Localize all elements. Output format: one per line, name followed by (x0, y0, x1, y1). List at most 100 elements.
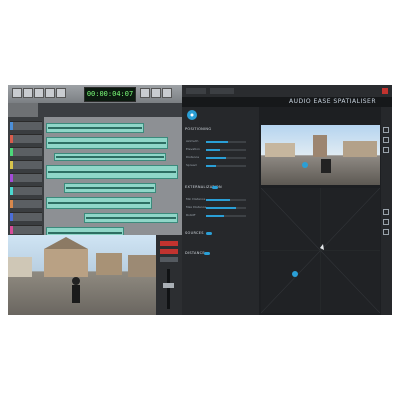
track-header[interactable] (10, 160, 42, 169)
distance-slider[interactable] (206, 157, 246, 159)
plugin-header: AUDIO EASE SPATIALISER (182, 97, 392, 107)
tool-button-1[interactable] (12, 88, 22, 98)
sources-toggle[interactable] (206, 232, 212, 235)
reset-icon[interactable] (383, 229, 389, 235)
track-color-swatch (10, 213, 13, 221)
track-color-swatch (10, 187, 13, 195)
audio-clip[interactable] (54, 153, 166, 161)
audio-clip[interactable] (46, 165, 178, 179)
panorama-image (265, 135, 377, 173)
source-icon[interactable] (186, 109, 198, 121)
timeline-ruler[interactable] (38, 103, 182, 117)
insert-slot[interactable] (160, 241, 178, 246)
view-icon[interactable] (383, 127, 389, 133)
waveform (48, 232, 122, 234)
plugin-toolbar (381, 107, 392, 315)
slider-fill (206, 215, 224, 217)
track-color-swatch (10, 148, 13, 156)
volume-fader[interactable] (163, 283, 174, 288)
play-button[interactable] (140, 88, 150, 98)
mixer-strip (156, 235, 182, 315)
zoom-in-icon[interactable] (383, 209, 389, 215)
track-header[interactable] (10, 186, 42, 195)
section-title-sources: SOURCES (185, 231, 204, 235)
param-label-elevation: Elevation (186, 147, 200, 151)
spatial-plane[interactable] (260, 187, 381, 314)
stop-button[interactable] (151, 88, 161, 98)
send-slot[interactable] (160, 257, 178, 262)
fader-track (167, 269, 170, 309)
spread-slider[interactable] (206, 165, 246, 167)
waveform (48, 127, 142, 130)
param-label-distance: Distance (186, 155, 200, 159)
slider-fill (206, 157, 226, 159)
plugin-brand: AUDIO EASE SPATIALISER (288, 98, 376, 105)
preset-menu[interactable] (186, 88, 206, 94)
waveform (48, 170, 176, 173)
parameter-panel: POSITIONING Azimuth Elevation Distance S… (182, 107, 259, 315)
slider-fill (206, 207, 236, 209)
rolloff-slider[interactable] (206, 215, 246, 217)
track-color-swatch (10, 122, 13, 130)
slider-fill (206, 149, 220, 151)
param-label-spread: Spread (186, 163, 197, 167)
waveform (56, 156, 164, 159)
tool-button-5[interactable] (56, 88, 66, 98)
track-color-swatch (10, 200, 13, 208)
externalization-toggle[interactable] (212, 186, 218, 189)
track-header[interactable] (10, 225, 42, 234)
section-title-positioning: POSITIONING (185, 127, 212, 131)
panorama-scene-image (8, 237, 156, 303)
track-header[interactable] (10, 173, 42, 182)
tool-button-3[interactable] (34, 88, 44, 98)
track-color-swatch (10, 135, 13, 143)
track-color-swatch (10, 161, 13, 169)
timecode-counter: 00:00:04:07 (84, 87, 136, 102)
settings-icon[interactable] (383, 147, 389, 153)
insert-slot[interactable] (160, 249, 178, 254)
distance-toggle[interactable] (204, 252, 210, 255)
waveform (48, 142, 166, 144)
audio-clip[interactable] (46, 123, 144, 133)
track-color-swatch (10, 226, 13, 234)
daw-toolbar: 00:00:04:07 (8, 85, 182, 103)
spatial-grid (260, 187, 381, 314)
param-label-rolloff: Rolloff (186, 213, 196, 217)
slider-fill (206, 165, 216, 167)
track-color-swatch (10, 174, 13, 182)
grid-icon[interactable] (383, 137, 389, 143)
audio-clip[interactable] (64, 183, 156, 193)
track-selector[interactable] (210, 88, 234, 94)
waveform (66, 187, 154, 190)
zoom-out-icon[interactable] (383, 219, 389, 225)
audio-clip[interactable] (84, 213, 178, 223)
tool-button-2[interactable] (23, 88, 33, 98)
record-button[interactable] (162, 88, 172, 98)
spatialiser-plugin-window: AUDIO EASE SPATIALISER POSITIONING Azimu… (182, 85, 392, 315)
param-label-azimuth: Azimuth (186, 139, 199, 143)
waveform (48, 202, 150, 204)
plugin-host-bar (182, 85, 392, 97)
max-distance-slider[interactable] (206, 207, 246, 209)
min-distance-slider[interactable] (206, 199, 246, 201)
slider-fill (206, 199, 230, 201)
video-preview (8, 235, 156, 315)
audio-clip[interactable] (46, 137, 168, 149)
source-handle[interactable] (292, 271, 298, 277)
track-header[interactable] (10, 212, 42, 221)
track-header[interactable] (10, 121, 42, 130)
bypass-button[interactable] (382, 88, 388, 94)
panorama-view[interactable] (261, 125, 380, 185)
elevation-slider[interactable] (206, 149, 246, 151)
section-title-distance: DISTANCE (185, 251, 205, 255)
tool-button-4[interactable] (45, 88, 55, 98)
param-label-min-distance: Min Distance (186, 197, 206, 201)
audio-clip[interactable] (46, 197, 152, 209)
param-label-max-distance: Max Distance (186, 205, 207, 209)
waveform (86, 217, 176, 220)
slider-fill (206, 141, 228, 143)
track-header[interactable] (10, 134, 42, 143)
azimuth-slider[interactable] (206, 141, 246, 143)
track-header[interactable] (10, 199, 42, 208)
track-header[interactable] (10, 147, 42, 156)
